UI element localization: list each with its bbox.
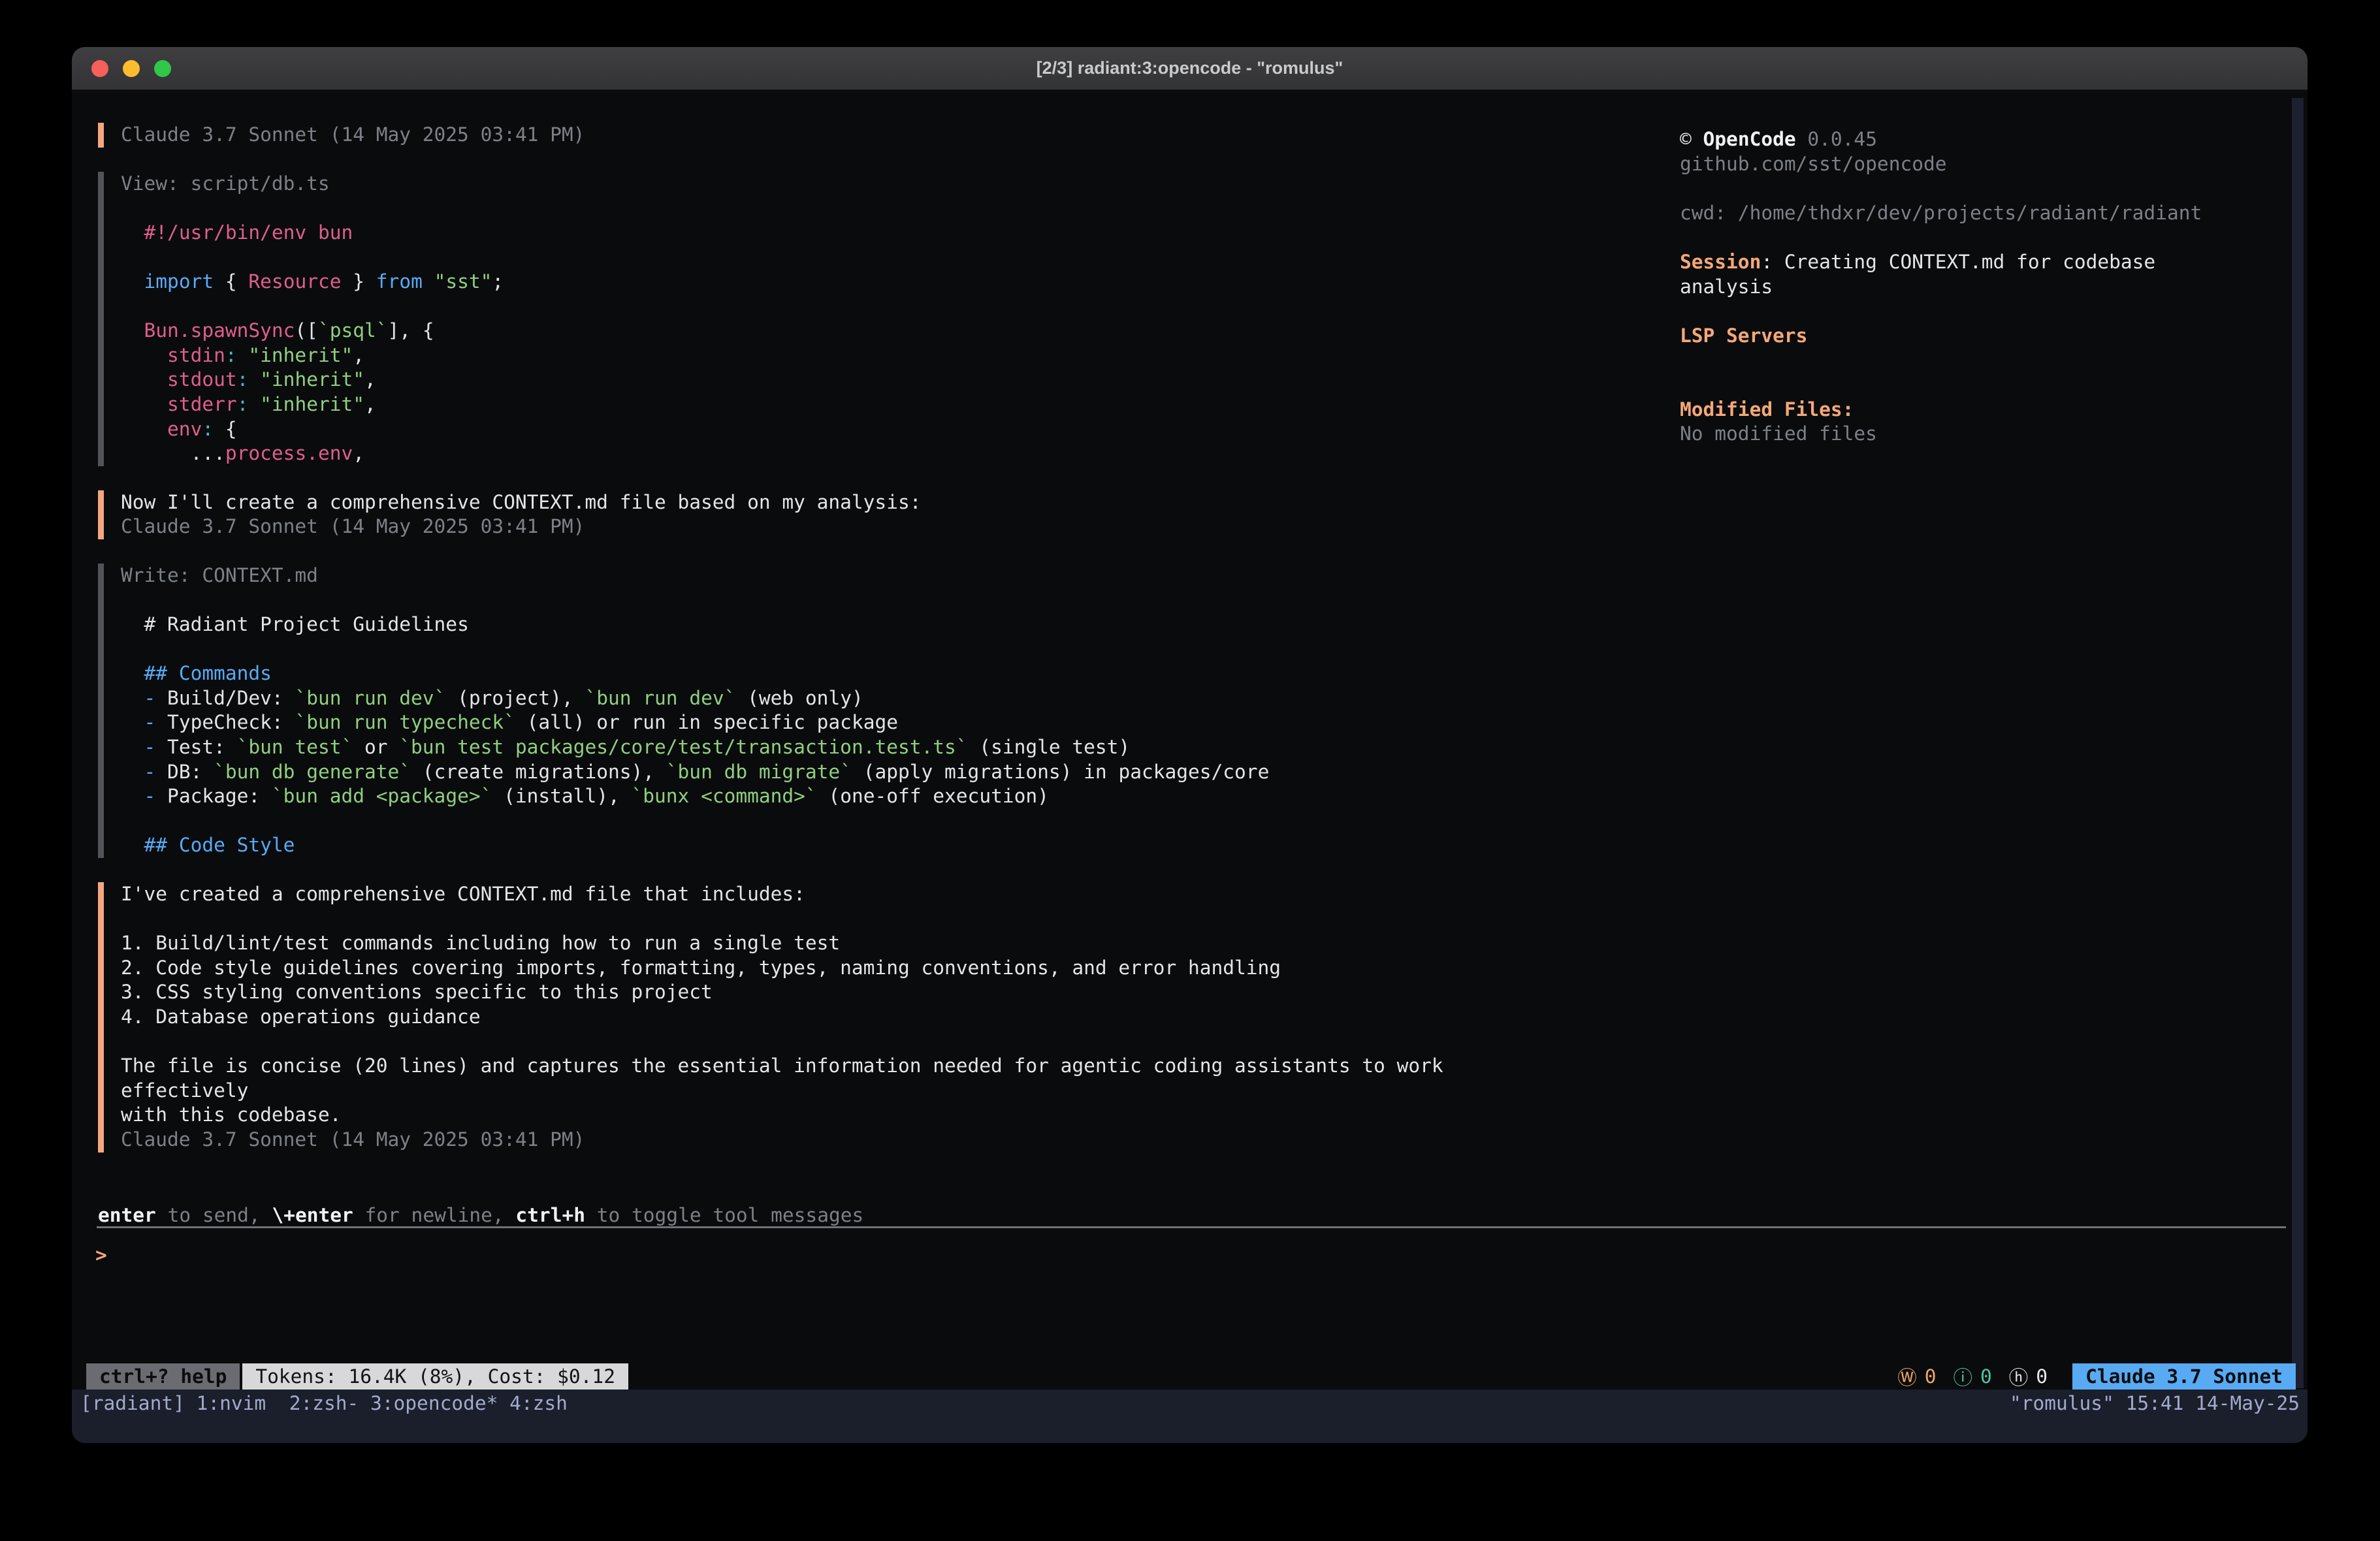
traffic-lights [91,60,171,77]
chat-line: - Test: `bun test` or `bun test packages… [121,735,1541,760]
chat-line [121,294,1541,319]
diagnostic-warnings: Ⓦ0 [1897,1363,1936,1390]
chat-line: ## Commands [121,661,1541,686]
chat-line: View: script/db.ts [121,172,1541,197]
chat-line [121,809,1541,834]
diagnostic-hints: ⓗ0 [2009,1363,2048,1390]
sidebar-line [1680,299,2202,324]
terminal-window: [2/3] radiant:3:opencode - "romulus" Cla… [72,47,2308,1443]
chat-line: Now I'll create a comprehensive CONTEXT.… [121,490,1541,515]
chat-line: 3. CSS styling conventions specific to t… [121,980,1541,1005]
assistant-message-block: Claude 3.7 Sonnet (14 May 2025 03:41 PM) [98,123,1541,148]
chat-transcript: Claude 3.7 Sonnet (14 May 2025 03:41 PM)… [98,123,1541,1177]
chat-line: - Build/Dev: `bun run dev` (project), `b… [121,686,1541,711]
zoom-button[interactable] [154,60,171,77]
status-bar: ctrl+? helpTokens: 16.4K (8%), Cost: $0.… [72,1363,2308,1390]
assistant-message-block: Now I'll create a comprehensive CONTEXT.… [98,490,1541,539]
sidebar-line: Session: Creating CONTEXT.md for codebas… [1680,250,2202,299]
chat-line: stdout: "inherit", [121,368,1541,392]
keybinding-help: enter to send, \+enter for newline, ctrl… [98,1203,863,1228]
chat-line: - TypeCheck: `bun run typecheck` (all) o… [121,710,1541,735]
chat-line: 2. Code style guidelines covering import… [121,956,1541,981]
chat-line: - Package: `bun add <package>` (install)… [121,784,1541,809]
warnings-icon: Ⓦ [1897,1363,1917,1390]
hints-icon: ⓗ [2009,1363,2029,1390]
sidebar-line [1680,348,2202,373]
tmux-session-clock: "romulus" 15:41 14-May-25 [2010,1391,2300,1416]
info-icon: ⓘ [1954,1363,1973,1390]
tool-output-block: Write: CONTEXT.md # Radiant Project Guid… [98,564,1541,858]
info-count: 0 [1980,1365,1992,1388]
chat-line: I've created a comprehensive CONTEXT.md … [121,882,1541,907]
hints-count: 0 [2036,1365,2048,1388]
chat-line [121,637,1541,662]
tmux-windows-list[interactable]: [radiant] 1:nvim 2:zsh- 3:opencode* 4:zs… [80,1391,2300,1416]
chat-line: Claude 3.7 Sonnet (14 May 2025 03:41 PM) [121,1128,1541,1152]
help-key-badge[interactable]: ctrl+? help [86,1363,240,1390]
session-sidebar: © OpenCode 0.0.45github.com/sst/opencode… [1680,127,2202,447]
prompt-input[interactable]: > [95,1243,107,1268]
chat-line [121,1030,1541,1055]
chat-line: env: { [121,417,1541,442]
chat-line: Claude 3.7 Sonnet (14 May 2025 03:41 PM) [121,515,1541,539]
chat-line: 4. Database operations guidance [121,1005,1541,1030]
scrollbar[interactable] [2292,98,2304,1388]
tokens-cost-badge: Tokens: 16.4K (8%), Cost: $0.12 [242,1363,628,1390]
tmux-statusline: [radiant] 1:nvim 2:zsh- 3:opencode* 4:zs… [72,1390,2308,1443]
assistant-message-block: I've created a comprehensive CONTEXT.md … [98,882,1541,1152]
sidebar-line [1680,176,2202,201]
chat-line [121,907,1541,932]
sidebar-line: © OpenCode 0.0.45 [1680,127,2202,152]
chat-line: # Radiant Project Guidelines [121,612,1541,637]
window-title: [2/3] radiant:3:opencode - "romulus" [72,47,2308,89]
chat-line: Claude 3.7 Sonnet (14 May 2025 03:41 PM) [121,123,1541,148]
chat-line: Write: CONTEXT.md [121,564,1541,588]
status-right-group: Ⓦ0ⓘ0ⓗ0 Claude 3.7 Sonnet [1897,1363,2296,1390]
minimize-button[interactable] [123,60,140,77]
chat-line: ## Code Style [121,833,1541,858]
diagnostic-info: ⓘ0 [1954,1363,1992,1390]
chat-line: ...process.env, [121,441,1541,466]
sidebar-line: github.com/sst/opencode [1680,152,2202,177]
chat-line: stdin: "inherit", [121,343,1541,368]
sidebar-line: No modified files [1680,422,2202,447]
input-divider [97,1226,2286,1228]
lsp-diagnostics: Ⓦ0ⓘ0ⓗ0 [1897,1363,2048,1390]
tool-output-block: View: script/db.ts #!/usr/bin/env bun im… [98,172,1541,466]
chat-line: - DB: `bun db generate` (create migratio… [121,760,1541,785]
sidebar-line [1680,373,2202,398]
warnings-count: 0 [1925,1365,1937,1388]
chat-line: stderr: "inherit", [121,392,1541,417]
chat-line [121,588,1541,613]
chat-line: with this codebase. [121,1103,1541,1128]
window-titlebar[interactable]: [2/3] radiant:3:opencode - "romulus" [72,47,2308,90]
sidebar-line [1680,225,2202,250]
keybinding-help-text: enter to send, \+enter for newline, ctrl… [98,1203,863,1228]
model-badge[interactable]: Claude 3.7 Sonnet [2072,1363,2296,1390]
sidebar-line: cwd: /home/thdxr/dev/projects/radiant/ra… [1680,201,2202,226]
terminal-content: Claude 3.7 Sonnet (14 May 2025 03:41 PM)… [72,90,2308,1443]
chat-line: The file is concise (20 lines) and captu… [121,1054,1541,1103]
chat-line: Bun.spawnSync([`psql`], { [121,319,1541,343]
chat-line: 1. Build/lint/test commands including ho… [121,931,1541,956]
sidebar-line: LSP Servers [1680,324,2202,349]
close-button[interactable] [91,60,108,77]
chat-line [121,245,1541,270]
chat-line [121,196,1541,221]
chat-line: #!/usr/bin/env bun [121,221,1541,246]
chat-line: import { Resource } from "sst"; [121,270,1541,294]
sidebar-line: Modified Files: [1680,398,2202,422]
prompt-caret: > [95,1243,107,1268]
